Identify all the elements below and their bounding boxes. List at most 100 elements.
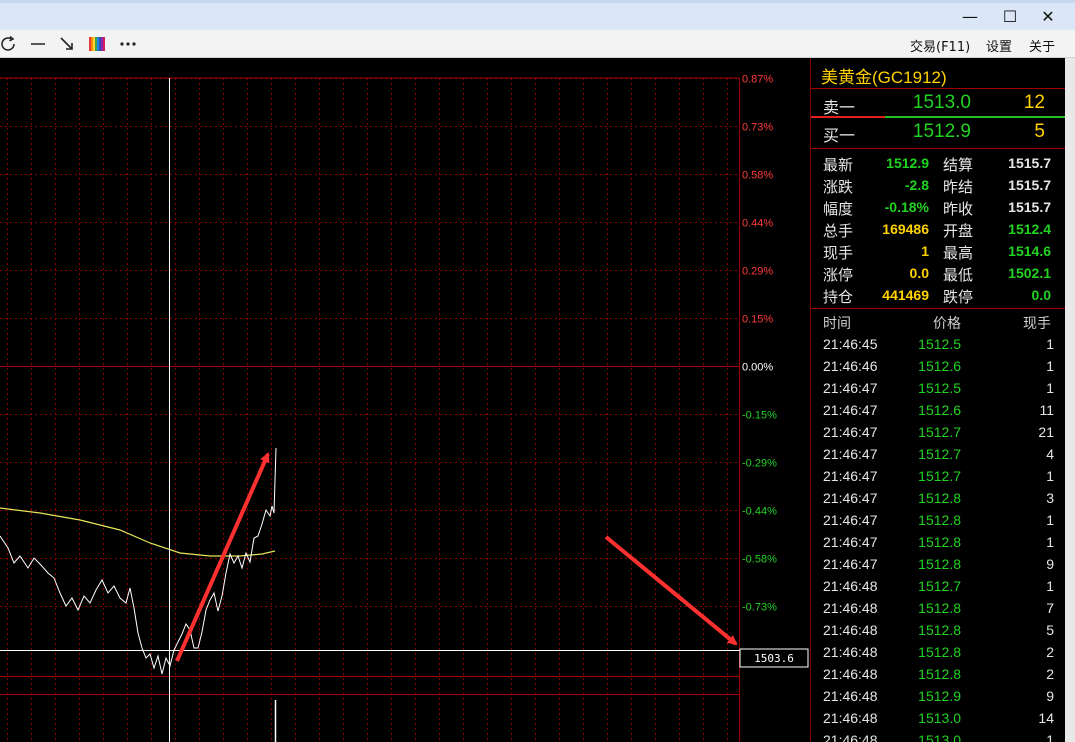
scrollbar[interactable]	[1065, 58, 1075, 742]
stat-label: 持仓	[823, 289, 854, 306]
tick-row[interactable]: 21:46:47 1512.8 1	[811, 512, 1066, 534]
tick-price: 1512.9	[918, 688, 961, 704]
divider	[811, 88, 1066, 89]
ticks-header-time: 时间	[823, 315, 851, 331]
percent-axis: 0.87% 0.73% 0.58% 0.44% 0.29% 0.15% 0.00% -0.15…	[742, 74, 777, 614]
tick-row[interactable]: 21:46:48 1512.8 7	[811, 600, 1066, 622]
buy-volume: 5	[1034, 121, 1045, 142]
tick-row[interactable]: 21:46:48 1512.8 5	[811, 622, 1066, 644]
annotation-arrow-up	[175, 452, 270, 662]
intraday-chart[interactable]: 0.87% 0.73% 0.58% 0.44% 0.29% 0.15% 0.00% -0.15…	[0, 58, 810, 742]
palette-icon[interactable]	[89, 34, 105, 54]
tick-time: 21:46:48	[823, 578, 878, 594]
stat-label: 幅度	[823, 201, 854, 218]
sell-bar	[811, 116, 885, 118]
tick-price: 1512.7	[918, 468, 961, 484]
menu-settings[interactable]: 设置	[986, 36, 1012, 55]
tick-volume: 9	[1046, 688, 1054, 704]
line-icon[interactable]	[30, 34, 46, 54]
tick-time: 21:46:48	[823, 732, 878, 742]
tick-price: 1512.7	[918, 424, 961, 440]
tick-price: 1512.8	[918, 512, 961, 528]
stat-value: 441469	[882, 287, 929, 303]
divider	[811, 148, 1066, 149]
tick-row[interactable]: 21:46:47 1512.6 11	[811, 402, 1066, 424]
tick-row[interactable]: 21:46:48 1512.7 1	[811, 578, 1066, 600]
tick-volume: 1	[1046, 578, 1054, 594]
tick-row[interactable]: 21:46:48 1513.0 1	[811, 732, 1066, 742]
tick-row[interactable]: 21:46:47 1512.8 9	[811, 556, 1066, 578]
stat-value: -2.8	[904, 177, 929, 193]
refresh-icon[interactable]	[0, 34, 18, 54]
tick-row[interactable]: 21:46:47 1512.7 21	[811, 424, 1066, 446]
stat-label: 涨停	[823, 267, 854, 284]
stat-label: 结算	[943, 157, 974, 174]
tick-price: 1512.8	[918, 556, 961, 572]
stat-label: 昨结	[943, 179, 974, 196]
tick-row[interactable]: 21:46:47 1512.8 3	[811, 490, 1066, 512]
minimize-button[interactable]: —	[952, 3, 988, 29]
buy-bar	[885, 116, 1066, 118]
tick-row[interactable]: 21:46:47 1512.5 1	[811, 380, 1066, 402]
tick-row[interactable]: 21:46:47 1512.7 4	[811, 446, 1066, 468]
chart-grid	[0, 77, 740, 742]
percent-tick-label: -0.15%	[742, 410, 777, 422]
menu-trade[interactable]: 交易(F11)	[910, 36, 970, 55]
tick-row[interactable]: 21:46:48 1512.9 9	[811, 688, 1066, 710]
ticks-header-price: 价格	[933, 315, 961, 331]
stat-label: 开盘	[943, 223, 974, 240]
tick-row[interactable]: 21:46:46 1512.6 1	[811, 358, 1066, 380]
tick-price: 1512.7	[918, 578, 961, 594]
menu-about[interactable]: 关于	[1029, 36, 1055, 55]
tick-volume: 1	[1046, 512, 1054, 528]
tick-volume: 14	[1038, 710, 1054, 726]
tick-volume: 1	[1046, 380, 1054, 396]
tick-time: 21:46:48	[823, 600, 878, 616]
buy-price[interactable]: 1512.9	[851, 121, 971, 143]
maximize-button[interactable]: ☐	[992, 3, 1028, 29]
percent-tick-label: 0.29%	[742, 266, 773, 278]
tick-volume: 7	[1046, 600, 1054, 616]
more-icon[interactable]	[119, 34, 137, 54]
stat-value: 0.0	[909, 265, 929, 281]
tick-time: 21:46:47	[823, 446, 878, 462]
arrow-icon[interactable]	[59, 34, 75, 54]
close-button[interactable]: ✕	[1030, 3, 1066, 29]
tick-volume: 5	[1046, 622, 1054, 638]
tick-row[interactable]: 21:46:48 1512.8 2	[811, 666, 1066, 688]
tick-price: 1513.0	[918, 710, 961, 726]
tick-volume: 1	[1046, 534, 1054, 550]
tick-price: 1512.8	[918, 600, 961, 616]
percent-tick-label: 0.44%	[742, 218, 773, 230]
tick-volume: 1	[1046, 358, 1054, 374]
tick-row[interactable]: 21:46:45 1512.5 1	[811, 336, 1066, 358]
tick-price: 1512.8	[918, 622, 961, 638]
tick-time: 21:46:48	[823, 666, 878, 682]
tick-row[interactable]: 21:46:47 1512.8 1	[811, 534, 1066, 556]
tick-price: 1512.8	[918, 534, 961, 550]
stat-label: 昨收	[943, 201, 974, 218]
chart-canvas[interactable]: 0.87% 0.73% 0.58% 0.44% 0.29% 0.15% 0.00% -0.15…	[0, 58, 810, 742]
tick-time: 21:46:48	[823, 710, 878, 726]
tick-price: 1512.7	[918, 446, 961, 462]
stat-label: 跌停	[943, 289, 974, 306]
percent-tick-label: 0.00%	[742, 362, 773, 374]
sell-price[interactable]: 1513.0	[851, 92, 971, 114]
tick-time: 21:46:48	[823, 622, 878, 638]
tick-price: 1512.6	[918, 402, 961, 418]
tick-volume: 3	[1046, 490, 1054, 506]
percent-tick-label: -0.29%	[742, 458, 777, 470]
tick-row[interactable]: 21:46:48 1513.0 14	[811, 710, 1066, 732]
tick-volume: 1	[1046, 732, 1054, 742]
toolbar: 交易(F11) 设置 关于	[0, 30, 1075, 58]
tick-time: 21:46:48	[823, 644, 878, 660]
tick-volume: 2	[1046, 666, 1054, 682]
percent-tick-label: 0.15%	[742, 314, 773, 326]
tick-row[interactable]: 21:46:48 1512.8 2	[811, 644, 1066, 666]
tick-volume: 9	[1046, 556, 1054, 572]
percent-tick-label: 0.73%	[742, 122, 773, 134]
stat-value: -0.18%	[884, 199, 929, 215]
tick-time: 21:46:47	[823, 490, 878, 506]
stat-value: 1	[921, 243, 929, 259]
tick-row[interactable]: 21:46:47 1512.7 1	[811, 468, 1066, 490]
